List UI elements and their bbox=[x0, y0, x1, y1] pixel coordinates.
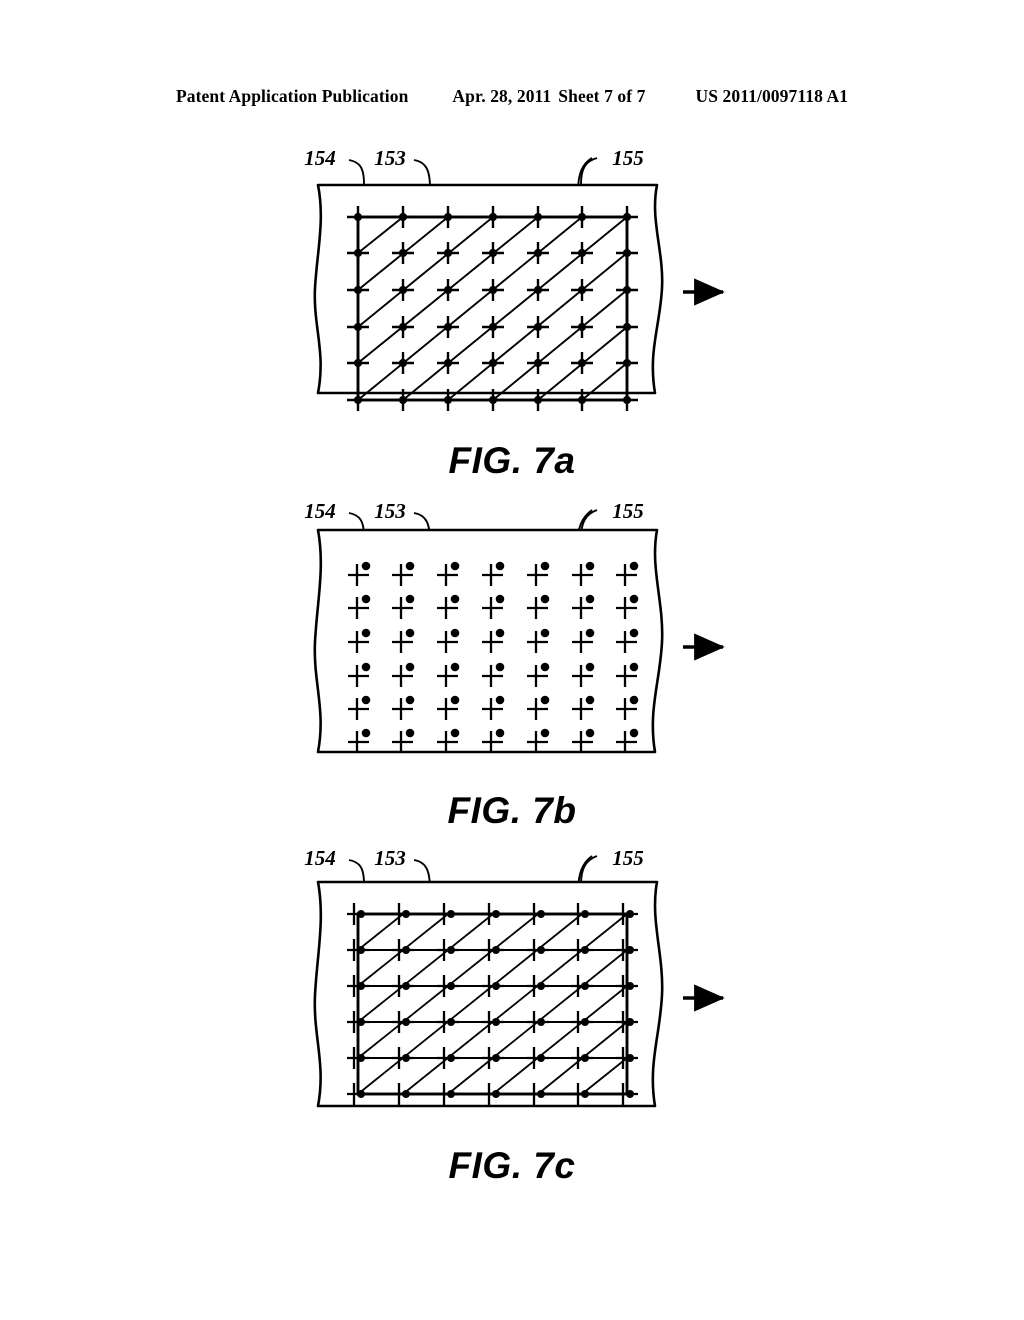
reference-numeral-153: 153 bbox=[374, 146, 406, 170]
figure-7c: 154 153 155 FIG. 7c bbox=[0, 840, 1024, 1215]
figure-7c-drawing: 154 153 155 bbox=[304, 846, 725, 1108]
reference-numeral-155: 155 bbox=[612, 146, 644, 170]
header-patent-number: US 2011/0097118 A1 bbox=[695, 86, 849, 106]
reference-numeral-155: 155 bbox=[612, 846, 644, 870]
figure-7a-reference-numerals: 154 153 155 bbox=[304, 146, 644, 170]
reference-numeral-154: 154 bbox=[304, 499, 336, 523]
page-header: Patent Application Publication Apr. 28, … bbox=[0, 86, 1024, 112]
figure-7b-caption: FIG. 7b bbox=[447, 790, 577, 831]
header-publication-date: Apr. 28, 2011 bbox=[452, 86, 552, 106]
header-publication-title: Patent Application Publication bbox=[175, 86, 409, 106]
figure-7b: 154 153 155 FIG. 7b bbox=[0, 490, 1024, 840]
figure-7b-drawing: 154 153 155 bbox=[304, 499, 725, 755]
figure-7a-drawing: 154 153 155 bbox=[304, 146, 725, 413]
reference-numeral-154: 154 bbox=[304, 846, 336, 870]
figure-7a-caption: FIG. 7a bbox=[448, 440, 576, 481]
reference-numeral-153: 153 bbox=[374, 846, 406, 870]
figure-7a: 154 153 155 FIG. 7a bbox=[0, 140, 1024, 490]
figure-7c-caption: FIG. 7c bbox=[448, 1145, 576, 1186]
reference-numeral-154: 154 bbox=[304, 146, 336, 170]
header-sheet-number: Sheet 7 of 7 bbox=[558, 86, 646, 106]
reference-numeral-153: 153 bbox=[374, 499, 406, 523]
reference-numeral-155: 155 bbox=[612, 499, 644, 523]
